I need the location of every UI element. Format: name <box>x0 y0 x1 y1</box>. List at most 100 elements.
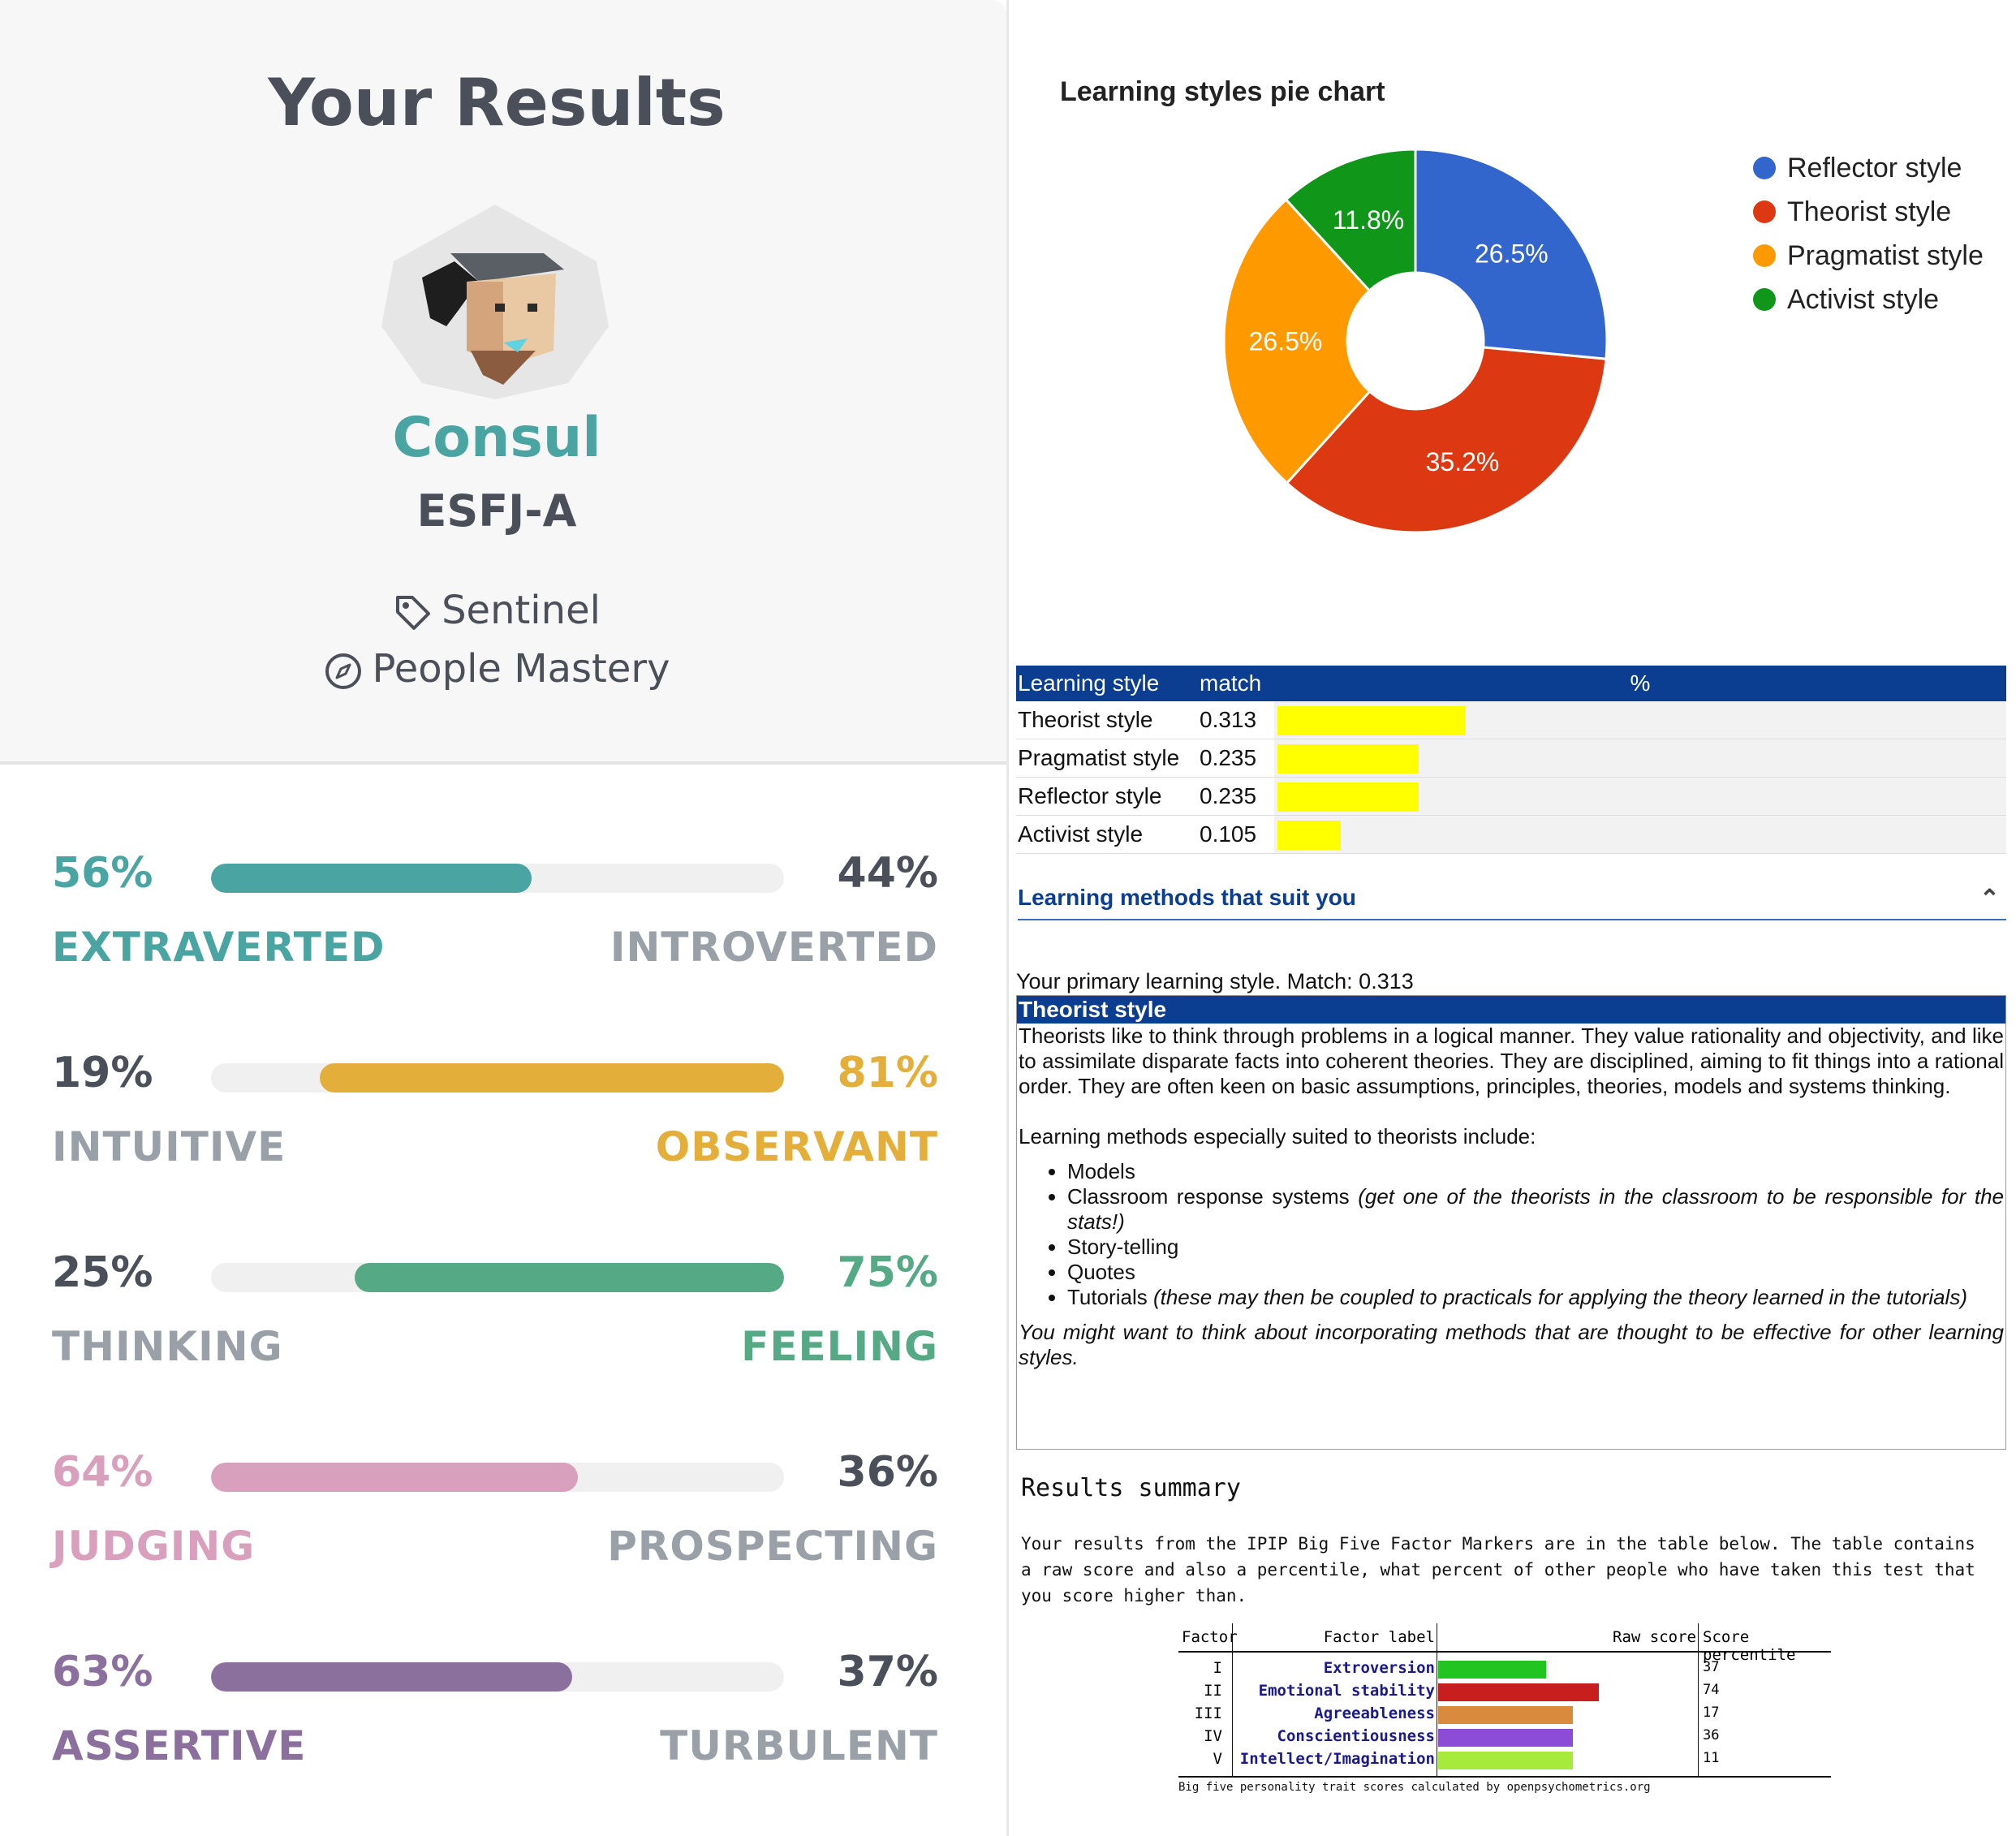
personality-type-name: Consul <box>392 406 601 470</box>
factor-percentile: 74 <box>1703 1682 1720 1698</box>
style-bar-cell <box>1274 701 2006 739</box>
results-title: Your Results <box>268 65 726 140</box>
factor-score-bar <box>1438 1729 1573 1747</box>
style-match: 0.235 <box>1198 739 1274 778</box>
pie-slice-label: 11.8% <box>1333 205 1404 235</box>
column-header: Factor <box>1182 1628 1238 1646</box>
trait-bar-fill <box>211 1463 578 1492</box>
factor-label: Conscientiousness <box>1277 1727 1435 1745</box>
methods-list: Models Classroom response systems (get o… <box>1019 1159 2004 1310</box>
factor-percentile: 17 <box>1703 1705 1720 1721</box>
style-heading: Theorist style <box>1017 996 2005 1024</box>
style-description: Theorists like to think through problems… <box>1019 1024 2004 1098</box>
trait-right-percent: 36% <box>837 1448 938 1497</box>
personality-panel: Your Results Consul ESFJ-A Sentinel Peop… <box>0 0 1009 1836</box>
style-bar-cell <box>1274 777 2006 816</box>
trait-bar-fill <box>320 1063 784 1093</box>
primary-style-text: Your primary learning style. Match: 0.31… <box>1016 969 1414 993</box>
factor-number: IV <box>1204 1727 1222 1745</box>
list-item: Quotes <box>1067 1260 2004 1285</box>
section-heading: Learning methods that suit you <box>1018 885 1356 910</box>
theorist-box: Theorist style Theorists like to think t… <box>1016 995 2006 1450</box>
table-row: IV Conscientiousness 36 <box>1178 1726 1831 1748</box>
factor-number: V <box>1213 1750 1222 1768</box>
factor-label: Extroversion <box>1323 1659 1435 1677</box>
trait-right-label: OBSERVANT <box>655 1123 938 1170</box>
list-item: Tutorials (these may then be coupled to … <box>1067 1285 2004 1310</box>
table-row: Activist style 0.105 <box>1016 815 2006 854</box>
legend-label: Activist style <box>1787 283 1940 315</box>
table-row: Reflector style 0.235 <box>1016 777 2006 816</box>
learning-methods-toggle[interactable]: Learning methods that suit you ⌃ <box>1018 885 2006 920</box>
big-five-rows: I Extroversion 37 II Emotional stability… <box>1178 1653 1831 1776</box>
trait-tactics: 64% 36% JUDGING PROSPECTING <box>52 1448 938 1610</box>
method-text: Quotes <box>1067 1260 1135 1284</box>
trait-left-label: ASSERTIVE <box>52 1722 307 1769</box>
results-summary-text: Your results from the IPIP Big Five Fact… <box>1021 1534 1975 1605</box>
factor-label: Intellect/Imagination <box>1239 1750 1435 1768</box>
table-row: V Intellect/Imagination 11 <box>1178 1748 1831 1771</box>
trait-energy: 56% 44% EXTRAVERTED INTROVERTED <box>52 849 938 1011</box>
strategy-label: People Mastery <box>372 646 670 692</box>
table-row: III Agreeableness 17 <box>1178 1703 1831 1726</box>
trait-right-label: INTROVERTED <box>610 924 938 971</box>
style-bar <box>1277 744 1419 774</box>
column-header: Learning style <box>1016 666 1198 701</box>
trait-bar-fill <box>211 1662 572 1692</box>
method-text: Classroom response systems <box>1067 1184 1350 1209</box>
results-summary-title: Results summary <box>1021 1474 1241 1502</box>
style-bar <box>1277 821 1341 850</box>
trait-left-percent: 25% <box>52 1248 153 1297</box>
methods-intro: Learning methods especially suited to th… <box>1019 1124 1536 1149</box>
legend-item: Reflector style <box>1753 146 1984 190</box>
factor-label: Agreeableness <box>1314 1705 1435 1722</box>
table-row: I Extroversion 37 <box>1178 1657 1831 1680</box>
table-row: II Emotional stability 74 <box>1178 1680 1831 1703</box>
style-match: 0.313 <box>1198 701 1274 739</box>
trait-right-percent: 81% <box>837 1049 938 1097</box>
style-name: Activist style <box>1016 815 1198 854</box>
legend-label: Pragmatist style <box>1787 239 1984 271</box>
trait-left-label: THINKING <box>52 1323 283 1370</box>
avatar-icon <box>381 205 609 399</box>
method-text: Models <box>1067 1159 1135 1183</box>
legend-item: Activist style <box>1753 278 1984 321</box>
legend-dot <box>1753 288 1776 311</box>
trait-mind: 19% 81% INTUITIVE OBSERVANT <box>52 1049 938 1211</box>
compass-icon <box>325 653 362 689</box>
trait-bar <box>211 1063 784 1093</box>
trait-bar <box>211 1263 784 1292</box>
legend-dot <box>1753 157 1776 179</box>
style-match: 0.235 <box>1198 777 1274 816</box>
trait-left-label: JUDGING <box>52 1523 256 1570</box>
style-match: 0.105 <box>1198 815 1274 854</box>
list-item: Models <box>1067 1159 2004 1184</box>
list-item: Story-telling <box>1067 1235 2004 1260</box>
trait-nature: 25% 75% THINKING FEELING <box>52 1248 938 1411</box>
style-name: Pragmatist style <box>1016 739 1198 778</box>
table-row: Pragmatist style 0.235 <box>1016 739 2006 778</box>
learning-styles-pie-chart: 26.5% 35.2% 26.5% 11.8% <box>1222 148 1609 534</box>
trait-bar-fill <box>354 1263 784 1292</box>
tag-icon <box>396 596 431 630</box>
table-header-row: Learning style match % <box>1016 666 2006 701</box>
legend-item: Theorist style <box>1753 190 1984 234</box>
factor-score-bar <box>1438 1683 1599 1701</box>
column-header: Factor label <box>1323 1628 1435 1646</box>
method-note: (these may then be coupled to practicals… <box>1152 1285 1967 1309</box>
trait-right-percent: 37% <box>837 1648 938 1696</box>
trait-bar <box>211 864 784 893</box>
list-item: Classroom response systems (get one of t… <box>1067 1184 2004 1235</box>
closing-note: You might want to think about incorporat… <box>1019 1320 2004 1369</box>
pie-slice-label: 26.5% <box>1249 327 1323 356</box>
trait-left-label: EXTRAVERTED <box>52 924 386 971</box>
role-row: Sentinel <box>0 588 993 633</box>
method-text: Tutorials <box>1067 1285 1148 1309</box>
chevron-up-icon[interactable]: ⌃ <box>1979 885 2000 913</box>
chart-title: Learning styles pie chart <box>1060 76 1385 107</box>
factor-percentile: 11 <box>1703 1750 1720 1766</box>
pie-slice-label: 35.2% <box>1426 447 1500 476</box>
column-header: % <box>1274 666 2006 701</box>
chart-legend: Reflector style Theorist style Pragmatis… <box>1753 146 1984 321</box>
results-card: Your Results Consul ESFJ-A Sentinel Peop… <box>0 0 1006 765</box>
